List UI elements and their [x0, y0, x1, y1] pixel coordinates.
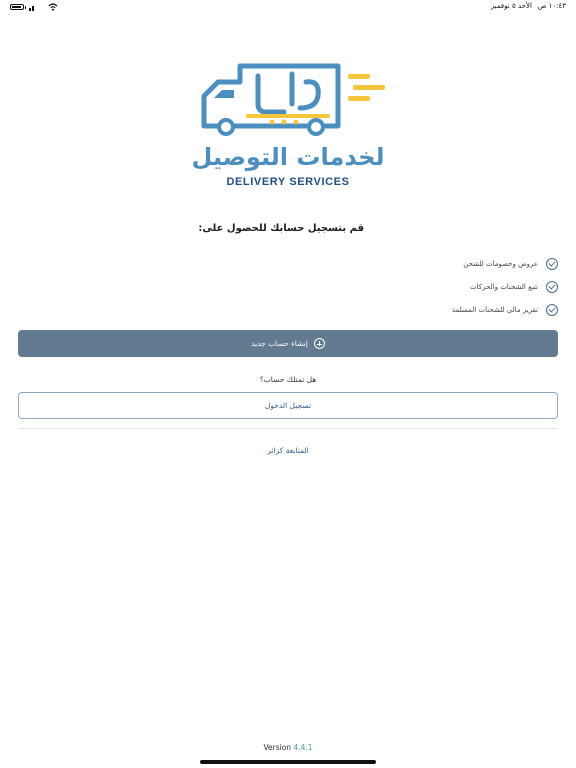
home-indicator[interactable]	[200, 760, 376, 764]
benefit-label: عروض وخصومات للشحن	[463, 259, 538, 268]
status-bar: ١٠:٤٣ ص الأحد ٥ نوفمبر	[0, 0, 576, 14]
wifi-icon	[48, 3, 58, 11]
status-icons	[10, 3, 58, 11]
status-date: الأحد ٥ نوفمبر	[490, 2, 532, 10]
logo-english-title: DELIVERY SERVICES	[226, 176, 350, 188]
battery-icon	[10, 4, 24, 10]
logo-arabic-title: لخدمات التوصيل	[191, 143, 385, 171]
login-button[interactable]: تسجيل الدخول	[18, 392, 558, 419]
create-account-label: إنشاء حساب جديد	[251, 339, 308, 348]
check-circle-icon	[546, 280, 558, 293]
intro-title: قم بتسجيل حسابك للحصول على:	[198, 223, 364, 234]
divider	[18, 428, 558, 429]
check-circle-icon	[546, 257, 558, 270]
login-label: تسجيل الدخول	[264, 401, 312, 410]
continue-as-guest-link[interactable]: المتابعة كزائر	[0, 446, 576, 455]
version-number: 4.4.1	[293, 743, 313, 752]
benefits-list: عروض وخصومات للشحن تتبع الشحنات والحركات…	[18, 252, 558, 321]
create-account-button[interactable]: إنشاء حساب جديد	[18, 330, 558, 357]
app-version: Version 4.4.1	[0, 743, 576, 752]
version-label: Version	[263, 743, 292, 752]
check-circle-icon	[546, 303, 558, 316]
status-time: ١٠:٤٣ ص	[537, 2, 566, 10]
benefit-item: تتبع الشحنات والحركات	[18, 275, 558, 298]
have-account-text: هل تمتلك حساب؟	[259, 375, 317, 384]
signal-icon	[29, 6, 34, 11]
benefit-label: تتبع الشحنات والحركات	[470, 282, 538, 291]
plus-circle-icon	[313, 338, 325, 349]
benefit-item: عروض وخصومات للشحن	[18, 252, 558, 275]
benefit-item: تقرير مالي للشحنات المسلمة	[18, 298, 558, 321]
battery-tip	[25, 5, 26, 9]
delivery-truck-logo	[201, 63, 385, 136]
benefit-label: تقرير مالي للشحنات المسلمة	[451, 305, 538, 314]
status-datetime: ١٠:٤٣ ص الأحد ٥ نوفمبر	[491, 2, 566, 10]
